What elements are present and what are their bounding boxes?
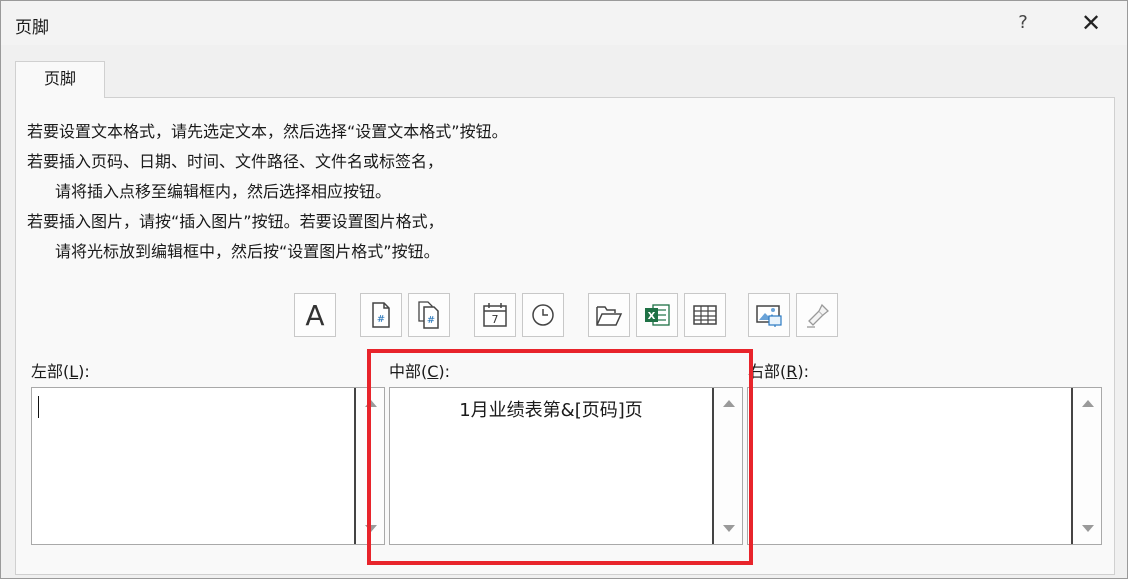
insert-page-count-button[interactable]: # <box>408 293 450 337</box>
center-section-editbox[interactable]: 1月业绩表第&[页码]页 <box>389 387 743 545</box>
sheet-grid-icon <box>693 305 717 325</box>
footer-dialog: 页脚 ? ✕ 页脚 若要设置文本格式，请先选定文本，然后选择“设置文本格式”按钮… <box>0 0 1128 579</box>
instruction-line-1: 若要设置文本格式，请先选定文本，然后选择“设置文本格式”按钮。 <box>27 122 508 141</box>
excel-file-icon: X <box>645 304 670 326</box>
svg-text:#: # <box>377 314 385 325</box>
insert-page-number-button[interactable]: # <box>360 293 402 337</box>
center-section-scrollbar[interactable] <box>712 388 742 544</box>
instruction-line-5: 请将光标放到编辑框中，然后按“设置图片格式”按钮。 <box>55 242 440 261</box>
close-button[interactable]: ✕ <box>1065 5 1117 41</box>
format-picture-icon <box>807 303 829 328</box>
left-section-scrollbar[interactable] <box>354 388 384 544</box>
calendar-icon: 7 <box>483 303 507 327</box>
insert-sheet-name-button[interactable] <box>684 293 726 337</box>
left-section-text[interactable] <box>32 388 354 544</box>
instruction-line-4: 若要插入图片，请按“插入图片”按钮。若要设置图片格式， <box>27 212 444 231</box>
dialog-title: 页脚 <box>15 18 49 38</box>
page-number-icon: # <box>372 302 390 328</box>
help-button[interactable]: ? <box>1001 7 1045 39</box>
page-count-icon: # <box>418 301 439 329</box>
svg-text:7: 7 <box>492 313 499 326</box>
insert-date-button[interactable]: 7 <box>474 293 516 337</box>
scroll-up-icon[interactable] <box>365 400 377 407</box>
instruction-line-2: 若要插入页码、日期、时间、文件路径、文件名或标签名， <box>27 152 444 171</box>
right-section-text[interactable] <box>748 388 1071 544</box>
folder-open-icon <box>596 306 623 326</box>
left-section-editbox[interactable] <box>31 387 385 545</box>
center-section-text[interactable]: 1月业绩表第&[页码]页 <box>390 388 712 544</box>
svg-text:X: X <box>648 311 656 322</box>
instruction-line-3: 请将插入点移至编辑框内，然后选择相应按钮。 <box>55 182 392 201</box>
svg-text:#: # <box>427 315 435 326</box>
scroll-up-icon[interactable] <box>723 400 735 407</box>
insert-time-button[interactable] <box>522 293 564 337</box>
scroll-down-icon[interactable] <box>365 525 377 532</box>
left-section-label: 左部(L): <box>31 362 90 381</box>
right-section-label: 右部(R): <box>748 362 810 381</box>
right-section-editbox[interactable] <box>747 387 1102 545</box>
clock-icon <box>532 304 554 326</box>
font-a-icon: A <box>305 298 325 332</box>
picture-icon <box>756 305 782 327</box>
tab-footer[interactable]: 页脚 <box>15 61 105 98</box>
format-text-button[interactable]: A <box>294 293 336 337</box>
insert-picture-button[interactable] <box>748 293 790 337</box>
right-section-scrollbar[interactable] <box>1071 388 1101 544</box>
center-section-label: 中部(C): <box>389 362 451 381</box>
text-caret <box>38 396 39 418</box>
insert-file-name-button[interactable]: X <box>636 293 678 337</box>
format-picture-button[interactable] <box>796 293 838 337</box>
scroll-down-icon[interactable] <box>1082 525 1094 532</box>
title-bar: 页脚 ? ✕ <box>1 1 1127 45</box>
scroll-up-icon[interactable] <box>1082 400 1094 407</box>
insert-file-path-button[interactable] <box>588 293 630 337</box>
scroll-down-icon[interactable] <box>723 525 735 532</box>
